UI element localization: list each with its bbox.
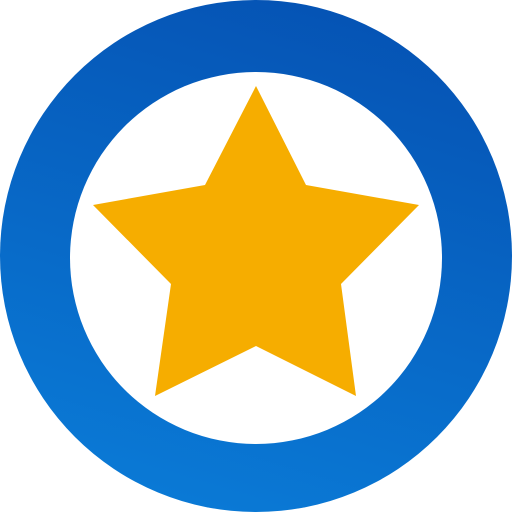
app-icon [0, 0, 512, 512]
star-in-ring-icon [0, 0, 512, 512]
